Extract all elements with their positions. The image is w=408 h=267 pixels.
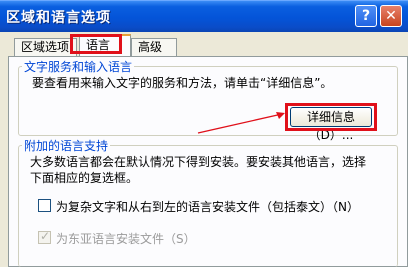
- help-button[interactable]: ?: [355, 5, 377, 27]
- checkmark-icon: ✓: [40, 229, 51, 243]
- help-icon: ?: [361, 8, 371, 24]
- window-title: 区域和语言选项: [6, 10, 111, 26]
- complex-script-checkbox-label[interactable]: 为复杂文字和从右到左的语言安装文件（包括泰文）（N）: [56, 198, 359, 215]
- complex-script-checkbox[interactable]: [38, 199, 51, 212]
- tab-regional-options[interactable]: 区域选项: [14, 38, 77, 56]
- tab-advanced[interactable]: 高级: [131, 38, 177, 56]
- close-button[interactable]: ✕: [380, 5, 402, 27]
- text-services-group-title: 文字服务和输入语言: [22, 58, 135, 75]
- supplemental-language-group-title: 附加的语言支持: [22, 137, 111, 154]
- details-annotation-highlight: [285, 103, 377, 131]
- tab-annotation-highlight: [70, 34, 122, 54]
- east-asian-checkbox-label: 为东亚语言安装文件（S）: [56, 232, 196, 246]
- supplemental-description-line2: 下面相应的复选框。: [30, 171, 139, 185]
- supplemental-description-line1: 大多数语言都会在默认情况下得到安装。要安装其他语言，选择: [30, 155, 367, 169]
- text-services-description: 要查看用来输入文字的服务和方法，请单击“详细信息”。: [32, 76, 333, 90]
- close-icon: ✕: [385, 8, 397, 24]
- title-bar: 区域和语言选项 ? ✕: [0, 0, 408, 32]
- east-asian-checkbox: ✓: [38, 229, 51, 244]
